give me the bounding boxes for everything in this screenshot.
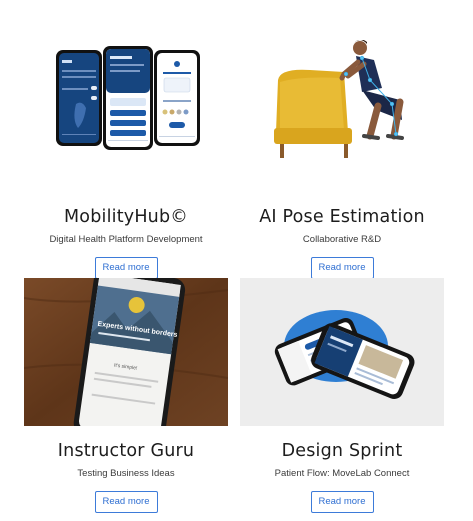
project-card-ai-pose-estimation: AI Pose Estimation Collaborative R&D Rea… [240,40,444,279]
project-title: MobilityHub© [64,207,188,227]
read-more-button[interactable]: Read more [94,257,158,279]
project-subtitle: Collaborative R&D [302,234,382,245]
project-title: AI Pose Estimation [259,207,425,227]
read-more-button[interactable]: Read more [310,257,374,279]
project-title: Design Sprint [281,441,403,461]
project-image-mobilityhub[interactable] [24,40,228,188]
read-more-button[interactable]: Read more [94,491,158,513]
phone-right-icon [154,50,200,146]
read-more-button[interactable]: Read more [310,491,374,513]
phone-center-icon [103,46,153,150]
project-subtitle: Testing Business Ideas [77,468,175,479]
project-card-instructor-guru: Experts without borders It's simple! Ins… [24,278,228,513]
project-title: Instructor Guru [57,441,195,461]
project-card-mobilityhub: MobilityHub© Digital Health Platform Dev… [24,40,228,279]
phone-left-icon [56,50,102,146]
project-subtitle: Digital Health Platform Development [49,234,203,245]
project-image-ai-pose[interactable] [240,40,444,188]
project-image-instructor-guru[interactable]: Experts without borders It's simple! [24,278,228,426]
project-image-design-sprint[interactable] [240,278,444,426]
project-subtitle: Patient Flow: MoveLab Connect [274,468,410,479]
project-card-design-sprint: Design Sprint Patient Flow: MoveLab Conn… [240,278,444,513]
